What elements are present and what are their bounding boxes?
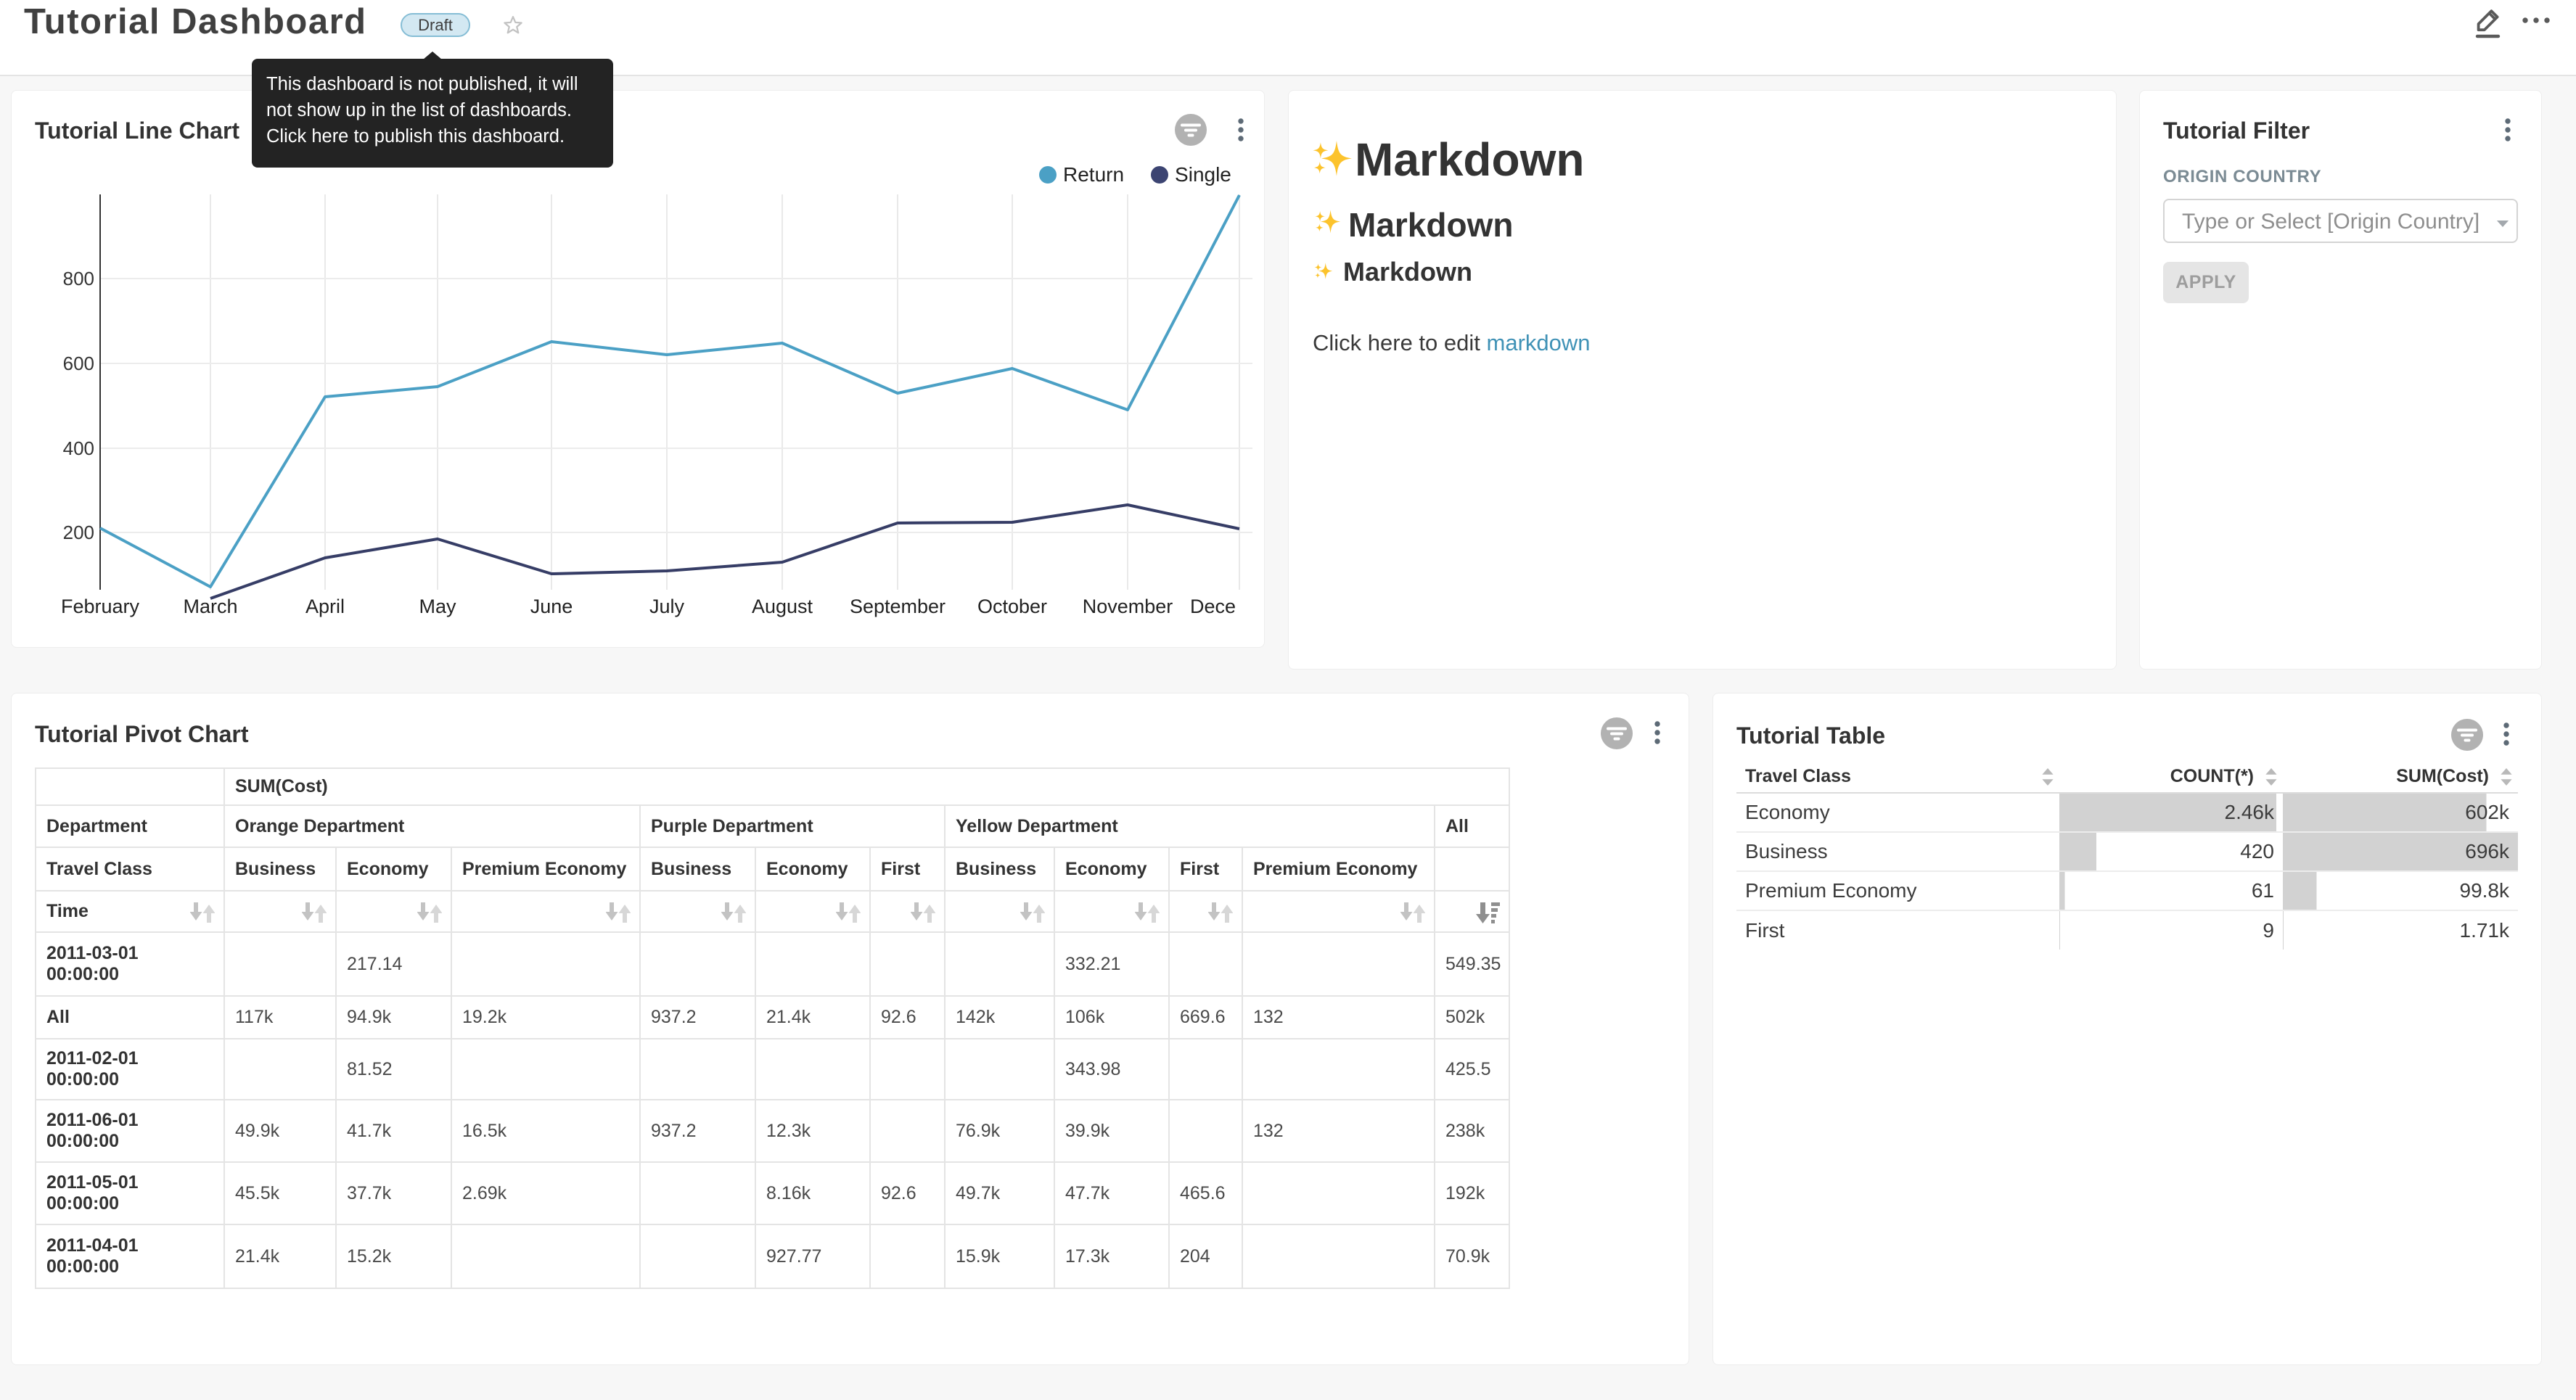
svg-text:March: March	[183, 596, 237, 617]
svg-text:600: 600	[63, 353, 94, 374]
svg-text:800: 800	[63, 268, 94, 289]
svg-text:400: 400	[63, 437, 94, 459]
svg-text:200: 200	[63, 522, 94, 543]
svg-text:February: February	[61, 596, 140, 617]
svg-text:June: June	[530, 596, 573, 617]
svg-text:September: September	[850, 596, 946, 617]
svg-text:August: August	[752, 596, 813, 617]
svg-text:Dece: Dece	[1190, 596, 1236, 617]
svg-text:July: July	[649, 596, 685, 617]
svg-text:November: November	[1083, 596, 1173, 617]
svg-text:April: April	[305, 596, 345, 617]
svg-text:October: October	[977, 596, 1047, 617]
svg-text:May: May	[419, 596, 456, 617]
